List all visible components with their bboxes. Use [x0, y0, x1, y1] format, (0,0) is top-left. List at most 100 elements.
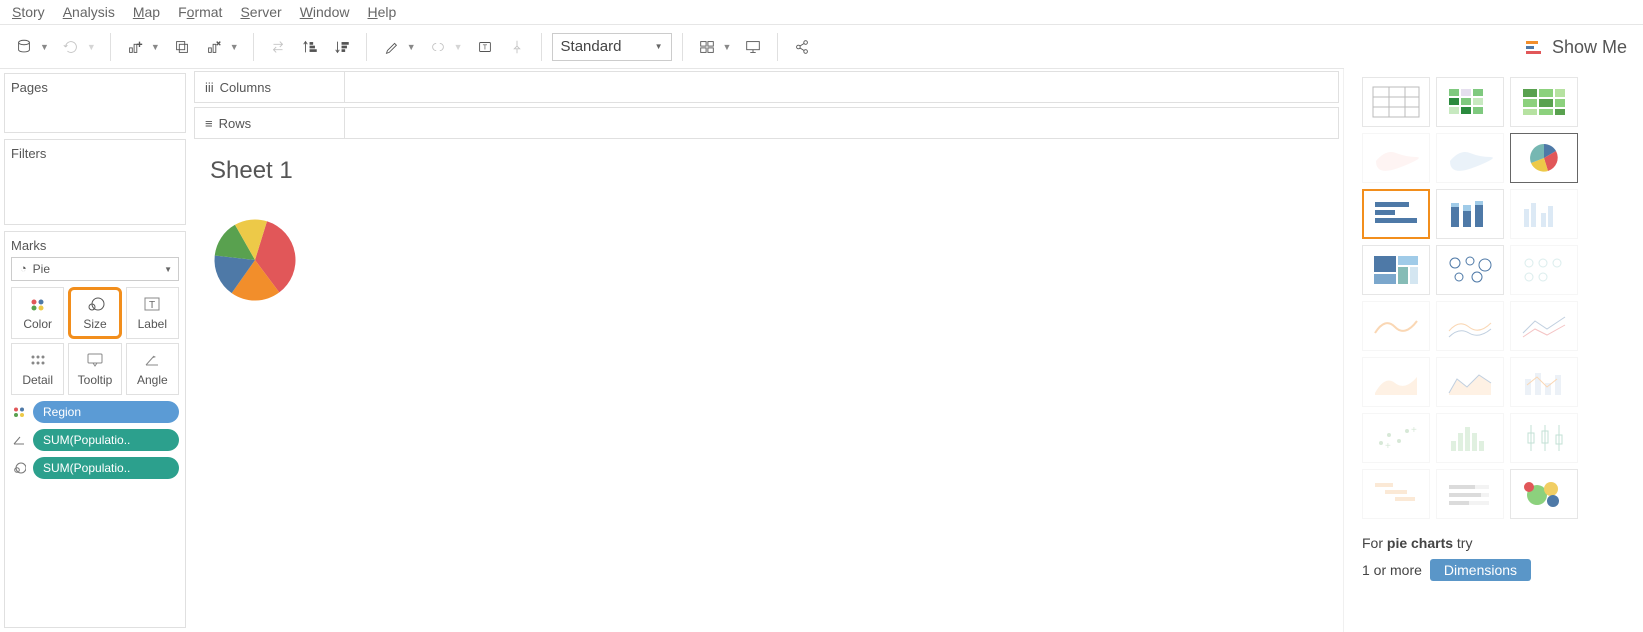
- mark-color-button[interactable]: Color: [11, 287, 64, 339]
- worksheet-area: iii Columns ≡ Rows Sheet 1: [190, 69, 1343, 632]
- menu-server[interactable]: Server: [240, 4, 281, 20]
- separator: [777, 33, 778, 61]
- size-small-icon: [11, 462, 27, 474]
- columns-shelf[interactable]: iii Columns: [194, 71, 1339, 103]
- sm-area-continuous[interactable]: [1362, 357, 1430, 407]
- mark-type-select[interactable]: ◔ Pie: [11, 257, 179, 281]
- sm-line-discrete[interactable]: [1436, 301, 1504, 351]
- dropdown-caret-icon[interactable]: ▼: [230, 42, 239, 52]
- rows-label: ≡ Rows: [195, 108, 345, 138]
- sheet-title[interactable]: Sheet 1: [210, 157, 1323, 185]
- show-me-panel: Show Me ++: [1343, 69, 1643, 632]
- dimensions-pill: Dimensions: [1430, 559, 1531, 581]
- swap-icon[interactable]: [264, 33, 292, 61]
- show-me-grid: ++: [1344, 69, 1643, 527]
- dropdown-caret-icon[interactable]: ▼: [151, 42, 160, 52]
- separator: [541, 33, 542, 61]
- pie-icon: ◔: [20, 263, 27, 275]
- refresh-icon[interactable]: [57, 33, 85, 61]
- menu-help[interactable]: Help: [368, 4, 397, 20]
- label-icon[interactable]: T: [471, 33, 499, 61]
- mark-size-button[interactable]: Size: [68, 287, 121, 339]
- left-sidebar: Pages Filters Marks ◔ Pie Color Size: [0, 69, 190, 632]
- mark-angle-button[interactable]: Angle: [126, 343, 179, 395]
- sm-scatter[interactable]: ++: [1362, 413, 1430, 463]
- sm-dual-combination[interactable]: [1510, 357, 1578, 407]
- menu-window[interactable]: Window: [300, 4, 350, 20]
- menu-story[interactable]: Story: [12, 4, 45, 20]
- columns-label: iii Columns: [195, 72, 345, 102]
- pill-region[interactable]: Region: [33, 401, 179, 423]
- label-t-icon: T: [142, 295, 162, 313]
- mark-tooltip-button[interactable]: Tooltip: [68, 343, 121, 395]
- rows-shelf[interactable]: ≡ Rows: [194, 107, 1339, 139]
- pin-icon[interactable]: [503, 33, 531, 61]
- menu-map[interactable]: Map: [133, 4, 160, 20]
- tooltip-icon: [85, 351, 105, 369]
- presentation-icon[interactable]: [739, 33, 767, 61]
- sm-side-circles[interactable]: [1510, 245, 1578, 295]
- dropdown-caret-icon[interactable]: ▼: [407, 42, 416, 52]
- viz-canvas[interactable]: Sheet 1: [190, 141, 1343, 632]
- highlight-icon[interactable]: [377, 33, 405, 61]
- show-me-icon: [1526, 39, 1544, 55]
- show-me-toggle[interactable]: Show Me: [1344, 25, 1643, 69]
- pill-sum-population-size[interactable]: SUM(Populatio..: [33, 457, 179, 479]
- sm-horizontal-bar[interactable]: [1362, 189, 1430, 239]
- dropdown-caret-icon[interactable]: ▼: [723, 42, 732, 52]
- angle-small-icon: [11, 435, 27, 445]
- menu-format[interactable]: Format: [178, 4, 222, 20]
- dropdown-caret-icon[interactable]: ▼: [454, 42, 463, 52]
- show-me-hint-2: 1 or more Dimensions: [1344, 559, 1643, 581]
- pie-chart: [210, 215, 300, 305]
- sm-filled-map[interactable]: [1436, 133, 1504, 183]
- menu-analysis[interactable]: Analysis: [63, 4, 115, 20]
- sm-gantt[interactable]: [1362, 469, 1430, 519]
- sm-text-table[interactable]: [1362, 77, 1430, 127]
- pages-title: Pages: [11, 80, 179, 95]
- dropdown-caret-icon[interactable]: ▼: [40, 42, 49, 52]
- clear-sheet-icon[interactable]: [200, 33, 228, 61]
- sm-highlight-table[interactable]: [1510, 77, 1578, 127]
- sm-bullet[interactable]: [1436, 469, 1504, 519]
- sm-symbol-map[interactable]: [1362, 133, 1430, 183]
- sm-area-discrete[interactable]: [1436, 357, 1504, 407]
- sm-packed-bubbles[interactable]: [1510, 469, 1578, 519]
- filters-title: Filters: [11, 146, 179, 161]
- data-source-icon[interactable]: [10, 33, 38, 61]
- show-cards-icon[interactable]: [693, 33, 721, 61]
- filters-shelf[interactable]: Filters: [4, 139, 186, 225]
- dropdown-caret-icon[interactable]: ▼: [87, 42, 96, 52]
- fit-mode-select[interactable]: Standard: [552, 33, 672, 61]
- sm-dual-line[interactable]: [1510, 301, 1578, 351]
- size-icon: [85, 295, 105, 313]
- sm-treemap[interactable]: [1362, 245, 1430, 295]
- group-icon[interactable]: [424, 33, 452, 61]
- sm-histogram[interactable]: [1436, 413, 1504, 463]
- mark-detail-button[interactable]: Detail: [11, 343, 64, 395]
- share-icon[interactable]: [788, 33, 816, 61]
- sort-asc-icon[interactable]: [296, 33, 324, 61]
- new-worksheet-icon[interactable]: [121, 33, 149, 61]
- show-me-hint: For pie charts try: [1344, 527, 1643, 559]
- duplicate-icon[interactable]: [168, 33, 196, 61]
- mark-pill-row: SUM(Populatio..: [11, 457, 179, 479]
- mark-pill-row: SUM(Populatio..: [11, 429, 179, 451]
- detail-icon: [28, 351, 48, 369]
- separator: [253, 33, 254, 61]
- sort-desc-icon[interactable]: [328, 33, 356, 61]
- svg-text:+: +: [1411, 425, 1417, 436]
- pages-shelf[interactable]: Pages: [4, 73, 186, 133]
- rows-icon: ≡: [205, 116, 213, 131]
- sm-side-bar[interactable]: [1510, 189, 1578, 239]
- sm-heat-map[interactable]: [1436, 77, 1504, 127]
- columns-icon: iii: [205, 80, 214, 95]
- sm-pie[interactable]: [1510, 133, 1578, 183]
- sm-circle-views[interactable]: [1436, 245, 1504, 295]
- pill-sum-population-angle[interactable]: SUM(Populatio..: [33, 429, 179, 451]
- svg-text:T: T: [482, 42, 487, 51]
- mark-label-button[interactable]: T Label: [126, 287, 179, 339]
- sm-line-continuous[interactable]: [1362, 301, 1430, 351]
- sm-box-plot[interactable]: [1510, 413, 1578, 463]
- sm-stacked-bar[interactable]: [1436, 189, 1504, 239]
